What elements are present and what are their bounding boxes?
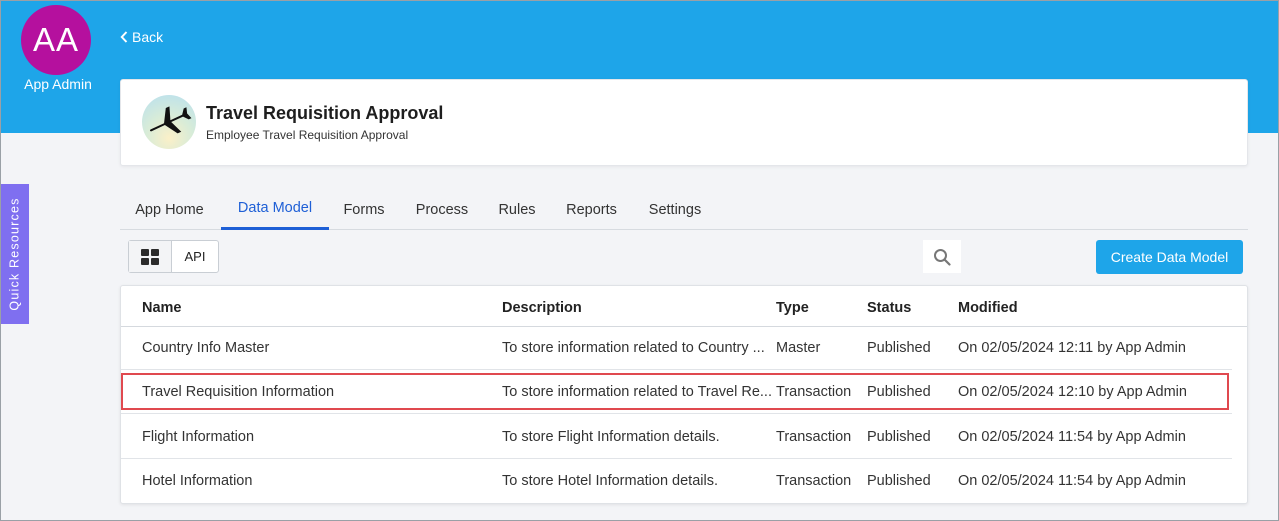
- column-header-type[interactable]: Type: [776, 300, 809, 316]
- tab-settings[interactable]: Settings: [638, 189, 712, 230]
- create-data-model-button[interactable]: Create Data Model: [1096, 240, 1243, 274]
- back-label: Back: [132, 29, 164, 45]
- tab-rules[interactable]: Rules: [489, 189, 545, 230]
- row-type: Transaction: [776, 384, 852, 400]
- app-subtitle: Employee Travel Requisition Approval: [206, 128, 409, 142]
- search-button[interactable]: [923, 240, 961, 273]
- tab-process[interactable]: Process: [403, 189, 481, 230]
- grid-view-button[interactable]: [129, 241, 172, 272]
- table-row[interactable]: Hotel Information To store Hotel Informa…: [121, 459, 1247, 503]
- data-model-table: Name Description Type Status Modified Co…: [120, 285, 1248, 504]
- row-name[interactable]: Travel Requisition Information: [142, 370, 492, 414]
- app-title: Travel Requisition Approval: [206, 103, 444, 123]
- tab-app-home[interactable]: App Home: [120, 189, 219, 230]
- row-modified: On 02/05/2024 11:54 by App Admin: [958, 473, 1186, 489]
- table-row[interactable]: Country Info Master To store information…: [121, 326, 1247, 370]
- grid-icon: [141, 248, 159, 265]
- table-row[interactable]: Travel Requisition Information To store …: [121, 370, 1247, 414]
- avatar-initials: AA: [32, 21, 80, 58]
- chevron-left-icon: [120, 31, 128, 43]
- app-tabs: App Home Data Model Forms Process Rules …: [120, 189, 1248, 230]
- column-header-description[interactable]: Description: [502, 300, 582, 316]
- row-name[interactable]: Flight Information: [142, 415, 492, 459]
- back-link[interactable]: Back: [120, 29, 163, 45]
- row-description: To store Hotel Information details.: [502, 473, 718, 489]
- row-type: Transaction: [776, 473, 852, 489]
- column-header-modified[interactable]: Modified: [958, 300, 1018, 316]
- tab-reports[interactable]: Reports: [555, 189, 628, 230]
- row-modified: On 02/05/2024 12:10 by App Admin: [958, 384, 1187, 400]
- row-description: To store information related to Travel R…: [502, 384, 772, 400]
- row-status: Published: [867, 384, 931, 400]
- user-avatar[interactable]: AA: [21, 5, 91, 75]
- quick-resources-label: Quick Resources: [8, 197, 22, 311]
- row-divider: [121, 413, 1232, 414]
- row-type: Transaction: [776, 429, 852, 445]
- app-header-card: Travel Requisition Approval Employee Tra…: [120, 79, 1248, 166]
- row-status: Published: [867, 429, 931, 445]
- row-modified: On 02/05/2024 11:54 by App Admin: [958, 429, 1186, 445]
- row-status: Published: [867, 473, 931, 489]
- quick-resources-tab[interactable]: Quick Resources: [1, 184, 29, 324]
- row-description: To store information related to Country …: [502, 340, 765, 356]
- table-row[interactable]: Flight Information To store Flight Infor…: [121, 415, 1247, 459]
- column-header-name[interactable]: Name: [142, 300, 182, 316]
- airplane-icon: [142, 95, 196, 149]
- tab-forms[interactable]: Forms: [333, 189, 395, 230]
- api-view-button[interactable]: API: [172, 241, 218, 272]
- view-toggle: API: [128, 240, 219, 273]
- row-name[interactable]: Country Info Master: [142, 326, 492, 370]
- column-header-status[interactable]: Status: [867, 300, 911, 316]
- row-description: To store Flight Information details.: [502, 429, 720, 445]
- tab-data-model[interactable]: Data Model: [221, 189, 329, 230]
- row-name[interactable]: Hotel Information: [142, 459, 492, 503]
- row-modified: On 02/05/2024 12:11 by App Admin: [958, 340, 1186, 356]
- search-icon: [934, 248, 951, 266]
- row-type: Master: [776, 340, 821, 356]
- user-name: App Admin: [24, 76, 92, 92]
- row-status: Published: [867, 340, 931, 356]
